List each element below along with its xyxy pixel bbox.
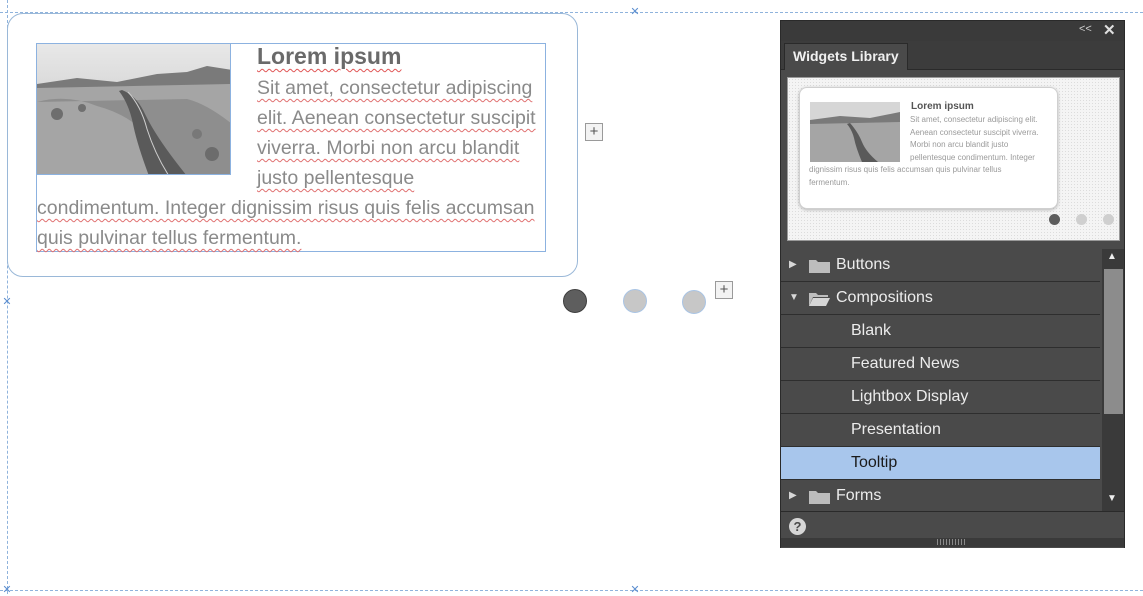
widget-preview: Lorem ipsum Sit amet, consectetur adipis… — [787, 77, 1120, 241]
widgets-library-panel: << ✕ Widgets Library Lorem ipsum Sit ame… — [780, 20, 1125, 548]
panel-title-bar[interactable] — [781, 21, 1124, 41]
tree-folder-buttons[interactable]: ▶ Buttons — [781, 249, 1100, 282]
help-icon[interactable]: ? — [789, 518, 806, 535]
slide-trigger-3[interactable] — [682, 290, 706, 314]
tree-scrollbar[interactable]: ▲ ▼ — [1102, 249, 1124, 511]
tree-item-blank[interactable]: Blank — [781, 315, 1100, 348]
preview-card: Lorem ipsum Sit amet, consectetur adipis… — [799, 87, 1058, 209]
guide-marker-icon: ✕ — [2, 296, 12, 308]
resize-strip — [781, 538, 1124, 547]
collapse-arrow-icon[interactable]: ▼ — [789, 282, 799, 314]
guide-bottom — [0, 590, 1143, 591]
tab-widgets-library[interactable]: Widgets Library — [784, 43, 908, 70]
open-folder-icon — [809, 293, 830, 306]
close-icon[interactable]: ✕ — [1103, 21, 1116, 39]
folder-icon — [809, 260, 830, 273]
tree-folder-compositions[interactable]: ▼ Compositions — [781, 282, 1100, 315]
slide-trigger-1[interactable] — [563, 289, 587, 313]
scroll-up-icon[interactable]: ▲ — [1107, 251, 1117, 262]
tree-item-tooltip[interactable]: Tooltip — [781, 447, 1100, 480]
card-title: Lorem ipsum — [257, 43, 402, 69]
add-item-button[interactable]: + — [585, 123, 603, 141]
panel-footer: ? — [781, 511, 1124, 548]
card-body-text: Sit amet, consectetur adipiscing elit. A… — [37, 77, 536, 249]
preview-dot-2 — [1076, 214, 1087, 225]
resize-grip-icon[interactable] — [937, 539, 967, 545]
tree-item-featured-news[interactable]: Featured News — [781, 348, 1100, 381]
preview-title: Lorem ipsum — [911, 101, 974, 112]
collapse-icon[interactable]: << — [1079, 23, 1092, 35]
tree-item-presentation[interactable]: Presentation — [781, 414, 1100, 447]
preview-body-text: Sit amet, consectetur adipiscing elit. A… — [809, 115, 1039, 187]
expand-arrow-icon[interactable]: ▶ — [789, 249, 797, 281]
folder-icon — [809, 491, 830, 504]
preview-dot-3 — [1103, 214, 1114, 225]
guide-marker-icon: ✕ — [630, 6, 640, 18]
tree-folder-forms[interactable]: ▶ Forms — [781, 480, 1100, 511]
scroll-down-icon[interactable]: ▼ — [1107, 493, 1117, 504]
slide-trigger-2[interactable] — [623, 289, 647, 313]
scroll-thumb[interactable] — [1104, 269, 1123, 414]
add-trigger-button[interactable]: + — [715, 281, 733, 299]
expand-arrow-icon[interactable]: ▶ — [789, 480, 797, 511]
widget-tree: ▶ Buttons ▼ Compositions Blank Featured … — [781, 249, 1102, 511]
preview-dot-1 — [1049, 214, 1060, 225]
tree-item-lightbox-display[interactable]: Lightbox Display — [781, 381, 1100, 414]
